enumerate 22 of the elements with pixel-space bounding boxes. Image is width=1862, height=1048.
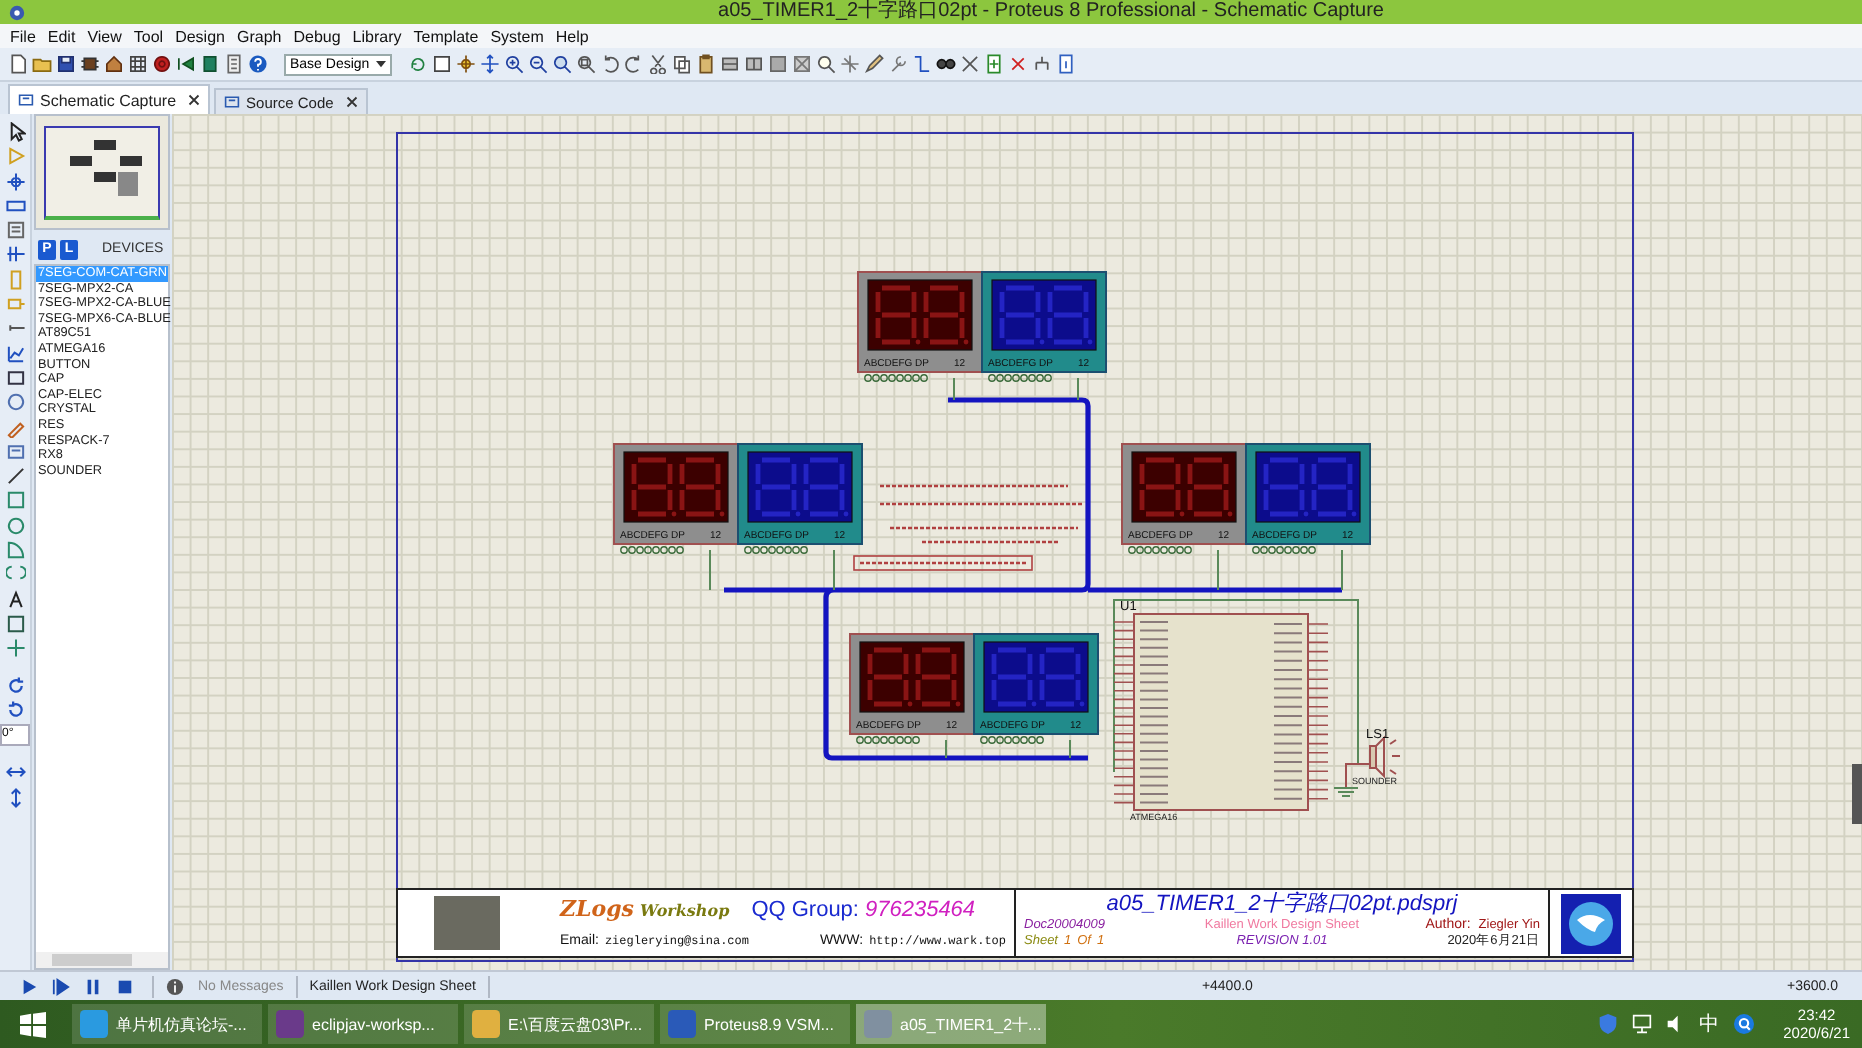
taskbar-item[interactable]: eclipjav-worksp... bbox=[268, 1004, 458, 1044]
menu-item[interactable]: System bbox=[486, 25, 552, 47]
brand-name: Workshop bbox=[640, 900, 730, 920]
menu-item[interactable]: Debug bbox=[289, 25, 349, 47]
menu-item[interactable]: Tool bbox=[129, 25, 172, 47]
tab[interactable]: Schematic Capture bbox=[8, 84, 211, 114]
taskbar-item[interactable]: Proteus8.9 VSM... bbox=[660, 1004, 850, 1044]
menu-item[interactable]: Library bbox=[348, 25, 410, 47]
menu-item[interactable]: Help bbox=[551, 25, 597, 47]
input-method-indicator[interactable]: 中 bbox=[1699, 1010, 1720, 1038]
menu-item[interactable]: Graph bbox=[232, 25, 290, 47]
menu-item[interactable]: Edit bbox=[43, 25, 84, 47]
qq-number: 976235464 bbox=[864, 898, 976, 922]
menu-item[interactable]: View bbox=[83, 25, 130, 47]
brand-name: ZLogs bbox=[560, 896, 634, 922]
menu-item[interactable]: Design bbox=[171, 25, 233, 47]
menu-item[interactable]: Template bbox=[409, 25, 487, 47]
menu-item[interactable]: File bbox=[6, 25, 44, 47]
project-file-name: a05_TIMER1_2十字路口02pt.pdsprj bbox=[1104, 892, 1460, 917]
taskbar-item[interactable]: E:\百度云盘03\Pr... bbox=[464, 1004, 654, 1044]
qq-label: QQ Group: bbox=[751, 898, 859, 922]
taskbar-item[interactable]: 单片机仿真论坛-... bbox=[72, 1004, 262, 1044]
